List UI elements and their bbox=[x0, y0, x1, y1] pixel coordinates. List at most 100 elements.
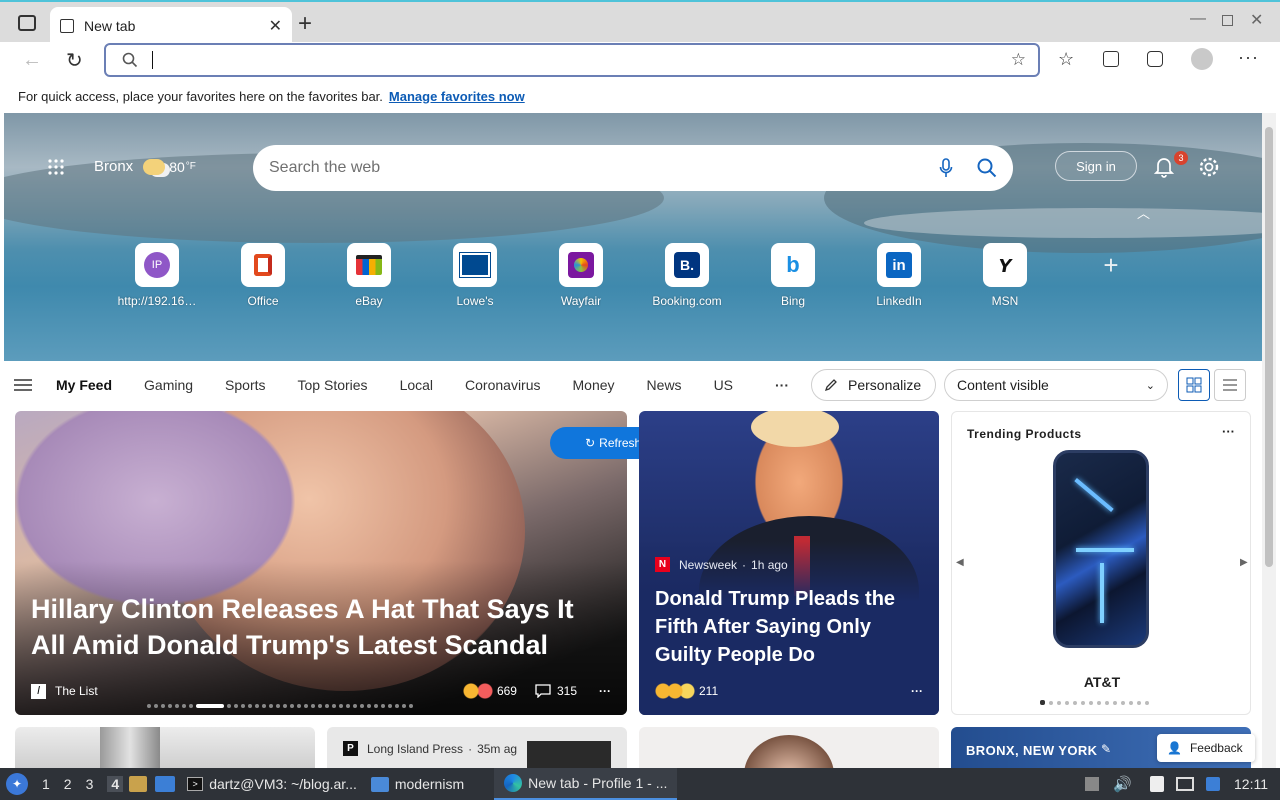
booking-icon: B. bbox=[665, 243, 709, 287]
taskbar-folder[interactable]: modernism bbox=[370, 776, 465, 792]
show-desktop-icon[interactable] bbox=[155, 776, 176, 792]
back-icon[interactable]: ← bbox=[22, 49, 42, 72]
address-bar[interactable]: ☆ bbox=[104, 43, 1040, 77]
new-tab-icon[interactable]: + bbox=[298, 10, 312, 38]
network-icon[interactable] bbox=[1176, 777, 1194, 791]
feed-tab-coronavirus[interactable]: Coronavirus bbox=[465, 377, 540, 393]
content-visibility-value: Content visible bbox=[957, 377, 1049, 393]
story-footer: l The List 669 315 ··· bbox=[31, 683, 611, 699]
carousel-prev-icon[interactable]: ◀ bbox=[956, 557, 964, 568]
feed-tab-my-feed[interactable]: My Feed bbox=[56, 377, 112, 393]
workspace-3[interactable]: 3 bbox=[86, 776, 94, 792]
story-more-icon[interactable]: ··· bbox=[911, 684, 923, 698]
settings-gear-icon[interactable] bbox=[1198, 156, 1220, 178]
feed-tab-us[interactable]: US bbox=[714, 377, 733, 393]
story-card-hillary[interactable]: Hillary Clinton Releases A Hat That Says… bbox=[15, 411, 627, 715]
feed-tab-local[interactable]: Local bbox=[400, 377, 433, 393]
edit-location-icon[interactable]: ✎ bbox=[1101, 742, 1111, 756]
close-tab-icon[interactable]: ✕ bbox=[269, 16, 282, 36]
app-launcher-icon[interactable] bbox=[47, 158, 65, 176]
taskbar-browser[interactable]: New tab - Profile 1 - ... bbox=[494, 768, 678, 800]
feedback-button[interactable]: 👤 Feedback bbox=[1157, 734, 1255, 762]
reaction-emoji-icon[interactable] bbox=[655, 683, 695, 699]
quick-link-ebay[interactable]: eBay bbox=[316, 243, 422, 308]
close-window-icon[interactable]: ✕ bbox=[1250, 10, 1263, 30]
collections-icon[interactable] bbox=[1103, 51, 1119, 67]
file-manager-icon[interactable] bbox=[129, 776, 148, 792]
taskbar-folder-label: modernism bbox=[394, 776, 465, 792]
profile-avatar-icon[interactable] bbox=[1191, 48, 1213, 70]
sign-in-button[interactable]: Sign in bbox=[1055, 151, 1137, 181]
story-headline[interactable]: Hillary Clinton Releases A Hat That Says… bbox=[31, 591, 611, 663]
workspace-2[interactable]: 2 bbox=[64, 776, 72, 792]
clipboard-icon[interactable] bbox=[1150, 776, 1164, 792]
minimize-icon[interactable]: — bbox=[1190, 10, 1206, 28]
notifications-bell-icon[interactable] bbox=[1154, 156, 1174, 178]
tray-up-icon[interactable] bbox=[1085, 777, 1100, 791]
quick-link-ip[interactable]: IP http://192.16… bbox=[104, 243, 210, 308]
feed-tab-money[interactable]: Money bbox=[573, 377, 615, 393]
grid-view-icon[interactable] bbox=[1178, 369, 1211, 401]
add-quick-link[interactable]: + bbox=[1058, 243, 1164, 308]
carousel-dots[interactable] bbox=[147, 704, 413, 708]
content-visibility-select[interactable]: Content visible ⌄ bbox=[944, 369, 1169, 401]
list-view-icon[interactable] bbox=[1214, 369, 1247, 401]
reaction-emoji-icon[interactable] bbox=[462, 683, 493, 699]
page-scrollbar[interactable] bbox=[1262, 113, 1276, 768]
story-headline[interactable]: Donald Trump Pleads the Fifth After Sayi… bbox=[655, 585, 925, 669]
add-favorite-icon[interactable]: ☆ bbox=[1011, 50, 1026, 70]
carousel-next-icon[interactable]: ▶ bbox=[1240, 557, 1248, 568]
personalize-button[interactable]: Personalize bbox=[811, 369, 937, 401]
maximize-icon[interactable] bbox=[1222, 15, 1233, 26]
quick-link-lowes[interactable]: Lowe's bbox=[422, 243, 528, 308]
quick-link-msn[interactable]: ʏ MSN bbox=[952, 243, 1058, 308]
scrollbar-thumb[interactable] bbox=[1265, 127, 1273, 567]
workspace-1[interactable]: 1 bbox=[42, 776, 50, 792]
taskbar-terminal[interactable]: > dartz@VM3: ~/blog.ar... bbox=[187, 776, 357, 792]
quick-link-booking[interactable]: B. Booking.com bbox=[634, 243, 740, 308]
trending-products-card[interactable]: Trending Products ··· ◀ ▶ AT&T bbox=[951, 411, 1251, 715]
quick-link-office[interactable]: Office bbox=[210, 243, 316, 308]
collapse-chevron-icon[interactable]: ︿ bbox=[1137, 203, 1150, 222]
feed-more-button[interactable]: ··· bbox=[775, 377, 789, 393]
more-menu-icon[interactable]: ··· bbox=[1238, 47, 1259, 68]
sidebar-toggle-icon[interactable] bbox=[18, 15, 36, 31]
quick-link-label: Lowe's bbox=[456, 294, 494, 308]
extensions-icon[interactable] bbox=[1147, 51, 1163, 67]
feed-tab-top-stories[interactable]: Top Stories bbox=[298, 377, 368, 393]
trending-more-icon[interactable]: ··· bbox=[1222, 424, 1235, 439]
story-card-row2-kitchen[interactable] bbox=[15, 727, 315, 768]
feed-tab-sports[interactable]: Sports bbox=[225, 377, 265, 393]
favorites-icon[interactable]: ☆ bbox=[1058, 49, 1074, 70]
feed-nav: My Feed Gaming Sports Top Stories Local … bbox=[0, 362, 1262, 408]
story-card-row2-portrait[interactable] bbox=[639, 727, 939, 768]
manage-favorites-link[interactable]: Manage favorites now bbox=[389, 89, 525, 104]
updates-icon[interactable] bbox=[1206, 777, 1220, 791]
quick-link-label: Booking.com bbox=[652, 294, 722, 308]
story-more-icon[interactable]: ··· bbox=[599, 684, 611, 698]
hamburger-menu-icon[interactable] bbox=[14, 379, 32, 391]
comment-icon[interactable] bbox=[535, 684, 551, 698]
product-carousel-dots[interactable] bbox=[1040, 700, 1149, 705]
tab-new-tab[interactable]: New tab ✕ bbox=[50, 7, 292, 44]
volume-icon[interactable]: 🔊 bbox=[1113, 775, 1132, 793]
story-card-row2-press[interactable]: P Long Island Press · 35m ag bbox=[327, 727, 627, 768]
search-submit-icon[interactable] bbox=[977, 158, 997, 178]
microphone-icon[interactable] bbox=[939, 158, 953, 178]
product-image-phone bbox=[1053, 450, 1149, 648]
story-card-trump[interactable]: N Newsweek · 1h ago Donald Trump Pleads … bbox=[639, 411, 939, 715]
quick-link-bing[interactable]: b Bing bbox=[740, 243, 846, 308]
feed-tab-gaming[interactable]: Gaming bbox=[144, 377, 193, 393]
quick-link-linkedin[interactable]: in LinkedIn bbox=[846, 243, 952, 308]
workspace-4[interactable]: 4 bbox=[107, 776, 124, 792]
personalize-label: Personalize bbox=[848, 377, 922, 393]
feed-tab-news[interactable]: News bbox=[647, 377, 682, 393]
web-search-input[interactable]: Search the web bbox=[269, 159, 939, 177]
refresh-icon[interactable]: ↻ bbox=[66, 48, 83, 73]
quick-link-wayfair[interactable]: Wayfair bbox=[528, 243, 634, 308]
address-input[interactable] bbox=[152, 51, 1011, 69]
browser-window: New tab ✕ + — ✕ ← ↻ ☆ ☆ ··· For quick ac… bbox=[0, 0, 1280, 768]
start-menu-icon[interactable]: ✦ bbox=[6, 773, 28, 795]
web-search-box[interactable]: Search the web bbox=[253, 145, 1013, 191]
weather-widget[interactable]: Bronx 80 °F bbox=[94, 158, 196, 175]
